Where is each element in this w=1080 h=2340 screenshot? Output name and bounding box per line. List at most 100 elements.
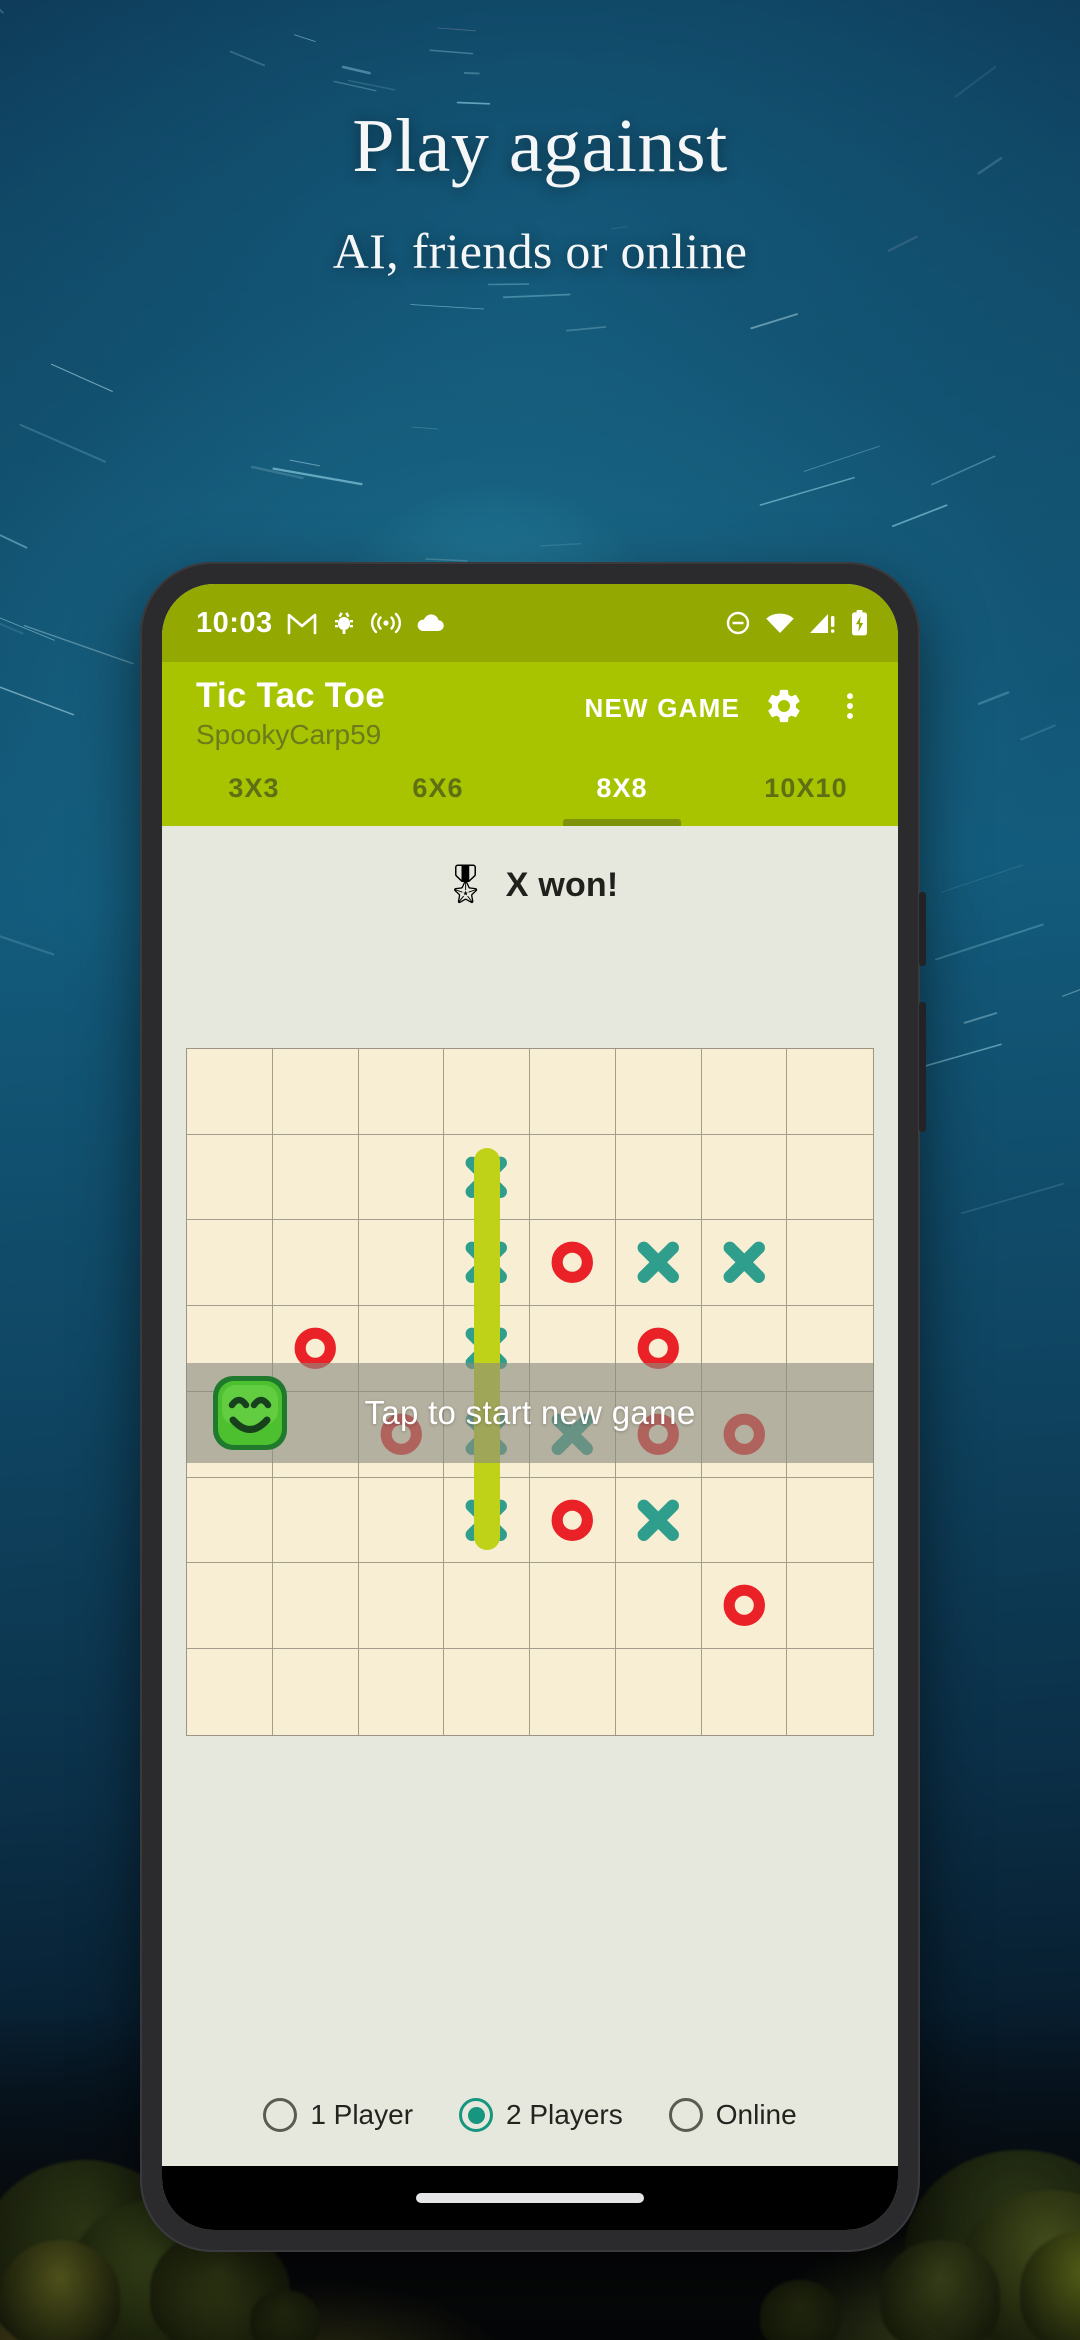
board-cell[interactable] [273, 1220, 359, 1306]
board-cell[interactable] [530, 1049, 616, 1135]
board-cell[interactable] [787, 1220, 873, 1306]
board-cell[interactable] [273, 1478, 359, 1564]
mode-option-online[interactable]: Online [669, 2098, 797, 2132]
radio-button[interactable] [459, 2098, 493, 2132]
board-cell[interactable] [444, 1478, 530, 1564]
board-cell[interactable] [187, 1049, 273, 1135]
board-cell[interactable] [530, 1478, 616, 1564]
o-mark-icon [546, 1236, 599, 1289]
radio-button[interactable] [263, 2098, 297, 2132]
board-cell[interactable] [616, 1563, 702, 1649]
board-cell[interactable] [187, 1135, 273, 1221]
board-cell[interactable] [444, 1135, 530, 1221]
board-cell[interactable] [273, 1049, 359, 1135]
system-navigation-bar [162, 2166, 898, 2230]
board-cell[interactable] [187, 1649, 273, 1735]
board-cell[interactable] [530, 1563, 616, 1649]
tap-to-restart-overlay[interactable]: Tap to start new game [186, 1363, 874, 1463]
mode-option-2-players[interactable]: 2 Players [459, 2098, 623, 2132]
new-game-button[interactable]: NEW GAME [585, 693, 740, 724]
tab-label: 6X6 [412, 773, 463, 804]
board-cell[interactable] [702, 1478, 788, 1564]
board-cell[interactable] [702, 1049, 788, 1135]
board-cell[interactable] [444, 1049, 530, 1135]
tab-6x6[interactable]: 6X6 [346, 752, 530, 826]
board-cell[interactable] [444, 1220, 530, 1306]
settings-button[interactable] [762, 686, 806, 730]
wifi-icon [765, 612, 795, 634]
board-cell[interactable] [359, 1478, 445, 1564]
tab-label: 10X10 [764, 773, 848, 804]
tab-10x10[interactable]: 10X10 [714, 752, 898, 826]
board-cell[interactable] [359, 1649, 445, 1735]
board-cell[interactable] [444, 1649, 530, 1735]
status-bar-right [725, 610, 868, 636]
mode-label: 1 Player [310, 2099, 413, 2131]
board-cell[interactable] [616, 1220, 702, 1306]
board-cell[interactable] [530, 1649, 616, 1735]
app-bar-actions: NEW GAME [585, 670, 872, 730]
board-cell[interactable] [616, 1049, 702, 1135]
board-cell[interactable] [616, 1135, 702, 1221]
board-cell[interactable] [187, 1563, 273, 1649]
app-bar-titles: Tic Tac Toe SpookyCarp59 [196, 670, 385, 752]
gear-icon [764, 686, 804, 731]
promo-title: Play against [0, 108, 1080, 184]
board-cell[interactable] [359, 1049, 445, 1135]
mode-label: 2 Players [506, 2099, 623, 2131]
app-title: Tic Tac Toe [196, 676, 385, 716]
status-bar: 10:03 [162, 584, 898, 662]
board-cell[interactable] [359, 1135, 445, 1221]
board-cell[interactable] [359, 1220, 445, 1306]
game-content: 🎖 X won! Tap to start new game 1 Player … [162, 826, 898, 2166]
board-cell[interactable] [702, 1649, 788, 1735]
game-status: 🎖 X won! [162, 866, 898, 905]
o-mark-icon [718, 1579, 771, 1632]
cellular-signal-icon [809, 612, 837, 634]
board-cell[interactable] [787, 1135, 873, 1221]
board-cell[interactable] [787, 1563, 873, 1649]
board-cell[interactable] [616, 1478, 702, 1564]
board-cell[interactable] [187, 1220, 273, 1306]
cloud-icon [415, 612, 445, 634]
board-cell[interactable] [702, 1135, 788, 1221]
board-cell[interactable] [530, 1135, 616, 1221]
mode-label: Online [716, 2099, 797, 2131]
app-bar: Tic Tac Toe SpookyCarp59 NEW GAME [162, 662, 898, 752]
app-username: SpookyCarp59 [196, 718, 385, 752]
tab-8x8[interactable]: 8X8 [530, 752, 714, 826]
player-mode-group: 1 Player 2 Players Online [162, 2098, 898, 2132]
board-cell[interactable] [787, 1649, 873, 1735]
board-cell[interactable] [187, 1478, 273, 1564]
mode-option-1-player[interactable]: 1 Player [263, 2098, 413, 2132]
tab-3x3[interactable]: 3X3 [162, 752, 346, 826]
board-cell[interactable] [616, 1649, 702, 1735]
overflow-menu-button[interactable] [828, 686, 872, 730]
battery-charging-icon [851, 610, 868, 636]
x-mark-icon [632, 1236, 685, 1289]
o-mark-icon [546, 1494, 599, 1547]
board-cell[interactable] [787, 1049, 873, 1135]
board-cell[interactable] [702, 1563, 788, 1649]
board-cell[interactable] [273, 1563, 359, 1649]
tab-label: 3X3 [228, 773, 279, 804]
status-bar-clock: 10:03 [196, 607, 273, 640]
board-cell[interactable] [530, 1220, 616, 1306]
x-mark-icon [718, 1236, 771, 1289]
home-indicator[interactable] [416, 2193, 644, 2203]
status-bar-left: 10:03 [196, 607, 445, 640]
do-not-disturb-icon [725, 610, 751, 636]
board-cell[interactable] [702, 1220, 788, 1306]
board-cell[interactable] [444, 1563, 530, 1649]
more-vert-icon [833, 689, 867, 728]
broadcast-icon [371, 611, 401, 635]
board-cell[interactable] [787, 1478, 873, 1564]
board-cell[interactable] [273, 1649, 359, 1735]
board-cell[interactable] [359, 1563, 445, 1649]
radio-button[interactable] [669, 2098, 703, 2132]
x-mark-icon [460, 1151, 513, 1204]
x-mark-icon [460, 1236, 513, 1289]
game-board-area[interactable]: Tap to start new game [186, 1048, 874, 1736]
gmail-icon [287, 611, 317, 635]
board-cell[interactable] [273, 1135, 359, 1221]
